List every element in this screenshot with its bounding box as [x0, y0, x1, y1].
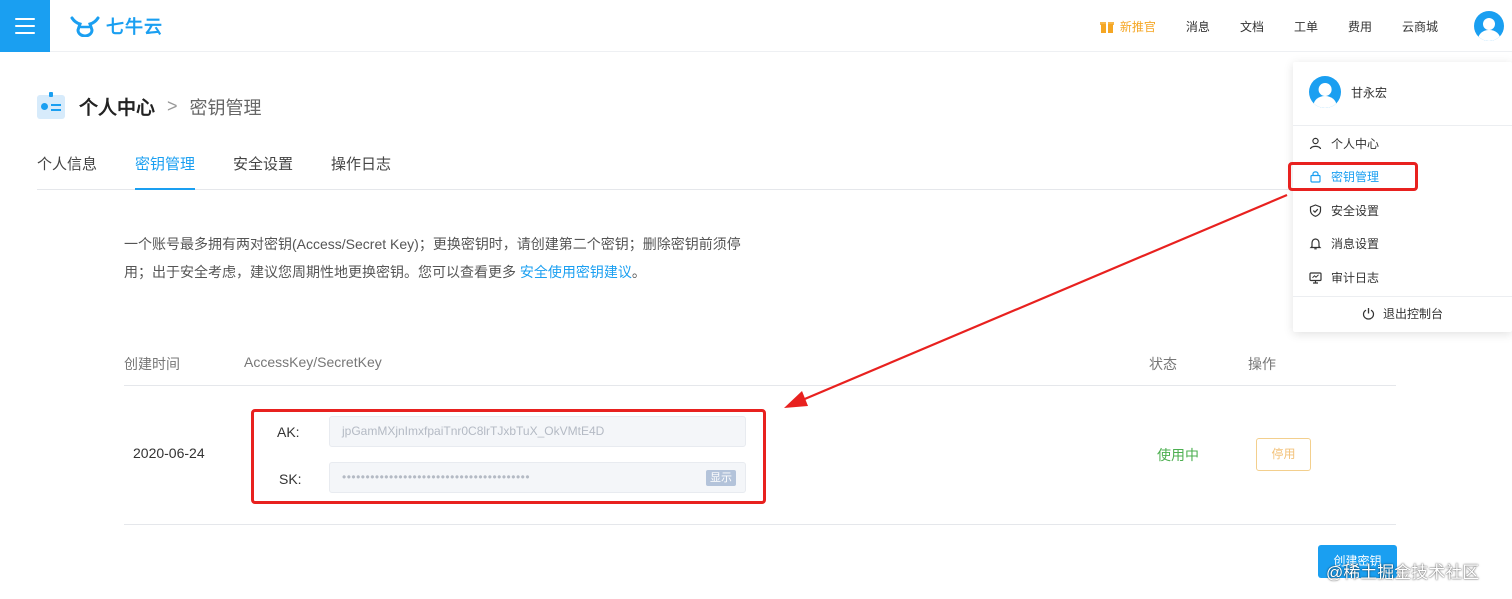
header-action: 操作 [1248, 356, 1276, 372]
bell-icon [1309, 237, 1322, 249]
dropdown-username: 甘永宏 [1351, 85, 1388, 100]
user-icon [1309, 137, 1322, 149]
annotation-arrow-icon [784, 193, 1288, 408]
description-line1: 一个账号最多拥有两对密钥(Access/Secret Key)；更换密钥时，请创… [124, 236, 741, 252]
dropdown-item-label: 安全设置 [1331, 203, 1380, 218]
header-keys: AccessKey/SecretKey [244, 354, 382, 370]
breadcrumb-current: 密钥管理 [189, 97, 262, 118]
brand-name: 七牛云 [106, 17, 163, 38]
top-bar: 七牛云 新推官 消息 文档 工单 费用 云商城 [0, 0, 1512, 52]
gift-icon [1099, 19, 1114, 33]
tab-security[interactable]: 安全设置 [233, 146, 293, 190]
breadcrumb-separator: > [167, 96, 178, 116]
status-badge: 使用中 [1157, 447, 1199, 463]
nav-messages[interactable]: 消息 [1186, 18, 1210, 35]
created-date: 2020-06-24 [133, 445, 205, 461]
tab-bar: 个人信息 密钥管理 安全设置 操作日志 [37, 146, 1397, 190]
dropdown-item-security[interactable]: 安全设置 [1309, 200, 1379, 220]
nav-billing[interactable]: 费用 [1348, 18, 1372, 35]
promo-link[interactable]: 新推官 [1099, 18, 1156, 35]
dropdown-divider [1293, 125, 1512, 126]
table-divider [124, 385, 1396, 386]
nav-tickets[interactable]: 工单 [1294, 18, 1318, 35]
id-card-icon [37, 91, 65, 119]
tab-profile[interactable]: 个人信息 [37, 146, 97, 190]
hamburger-icon [15, 18, 35, 34]
nav-marketplace[interactable]: 云商城 [1402, 18, 1438, 35]
menu-toggle-button[interactable] [0, 0, 50, 52]
table-divider-bottom [124, 524, 1396, 525]
brand-logo[interactable]: 七牛云 [70, 13, 163, 39]
user-dropdown-menu: 甘永宏 个人中心 密钥管理 安全设置 消息设置 审计日志 退出控制台 [1293, 62, 1512, 332]
tab-key-management[interactable]: 密钥管理 [135, 146, 196, 190]
monitor-icon [1309, 271, 1322, 284]
description-line2: 用；出于安全考虑，建议您周期性地更换密钥。您可以查看更多 [124, 264, 520, 280]
logout-label: 退出控制台 [1382, 307, 1443, 321]
power-icon [1362, 308, 1375, 320]
user-avatar[interactable] [1474, 11, 1504, 41]
security-advice-link[interactable]: 安全使用密钥建议 [520, 264, 632, 280]
key-description: 一个账号最多拥有两对密钥(Access/Secret Key)；更换密钥时，请创… [124, 230, 754, 286]
dropdown-divider [1293, 296, 1512, 297]
dropdown-avatar [1309, 76, 1341, 108]
logout-button[interactable]: 退出控制台 [1293, 305, 1512, 322]
header-created: 创建时间 [124, 356, 180, 372]
watermark: @稀土掘金技术社区 [1326, 563, 1480, 582]
nav-docs[interactable]: 文档 [1240, 18, 1264, 35]
description-suffix: 。 [631, 264, 646, 280]
promo-label: 新推官 [1119, 19, 1156, 34]
dropdown-item-label: 审计日志 [1331, 270, 1380, 285]
highlight-box-menu [1288, 162, 1418, 191]
tab-operation-log[interactable]: 操作日志 [331, 146, 391, 190]
dropdown-item-label: 消息设置 [1331, 236, 1380, 251]
logo-mark-icon [70, 16, 100, 37]
shield-icon [1309, 203, 1322, 217]
header-status: 状态 [1149, 356, 1177, 372]
dropdown-item-audit-log[interactable]: 审计日志 [1309, 267, 1379, 287]
dropdown-item-notifications[interactable]: 消息设置 [1309, 233, 1379, 253]
top-nav: 新推官 消息 文档 工单 费用 云商城 [1099, 0, 1512, 52]
page-title: 个人中心 > 密钥管理 [37, 91, 262, 120]
dropdown-item-label: 个人中心 [1331, 136, 1380, 151]
highlight-box-keys [251, 409, 766, 504]
dropdown-user: 甘永宏 [1309, 76, 1387, 108]
dropdown-item-profile[interactable]: 个人中心 [1309, 133, 1379, 153]
breadcrumb-parent[interactable]: 个人中心 [79, 93, 155, 120]
disable-key-button[interactable]: 停用 [1256, 438, 1311, 471]
